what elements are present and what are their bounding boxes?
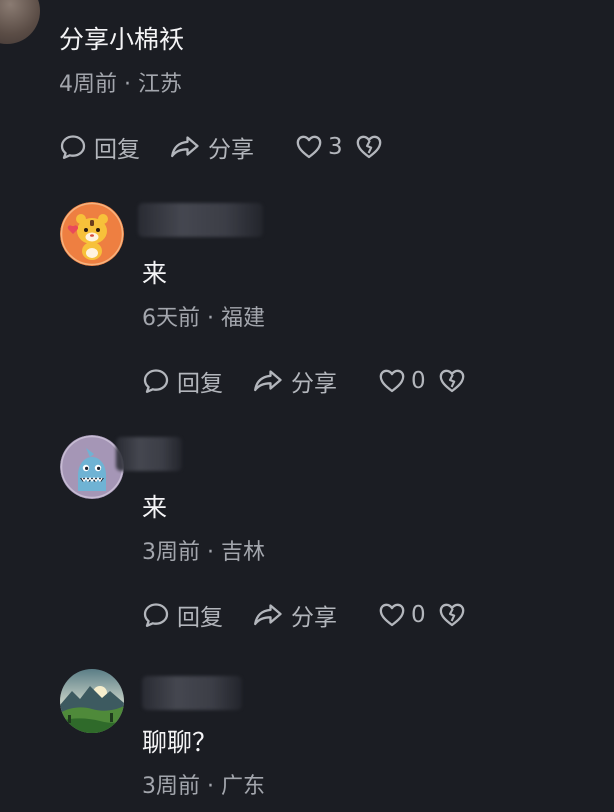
comment-time: 3周前 (142, 774, 200, 799)
heart-icon (296, 135, 322, 159)
comment-location: 吉林 (221, 540, 266, 565)
comment-meta: 4周前 · 江苏 (59, 71, 182, 99)
comment-actions: 回复 分享 0 (142, 599, 466, 631)
reply-button[interactable]: 回复 (59, 130, 169, 164)
comment-text: 来 (142, 493, 168, 522)
comment-actions: 回复 分享 0 (142, 365, 466, 397)
comment-text: 聊聊？ (142, 728, 218, 757)
share-button[interactable]: 分享 (169, 130, 295, 164)
reply-label: 回复 (94, 137, 140, 163)
share-label: 分享 (291, 371, 337, 397)
comment-meta: 3周前 · 吉林 (142, 539, 265, 567)
broken-heart-icon (439, 603, 465, 627)
creature-avatar-image (60, 435, 124, 499)
meta-separator: · (207, 774, 214, 799)
reply-label: 回复 (177, 605, 223, 631)
comment-time: 4周前 (59, 72, 117, 97)
tiger-avatar-image (60, 202, 124, 266)
comment-bubble-icon (143, 603, 169, 627)
share-arrow-icon (171, 136, 199, 158)
avatar[interactable] (0, 0, 40, 44)
share-button[interactable]: 分享 (252, 364, 378, 398)
share-label: 分享 (291, 605, 337, 631)
dislike-button[interactable] (355, 133, 383, 161)
avatar[interactable] (60, 202, 124, 266)
comment-actions: 回复 分享 3 (59, 131, 383, 163)
like-count: 0 (411, 368, 426, 394)
share-label: 分享 (208, 137, 254, 163)
comment-location: 江苏 (138, 72, 183, 97)
reply-button[interactable]: 回复 (142, 598, 252, 632)
comment-bubble-icon (143, 369, 169, 393)
dislike-button[interactable] (438, 601, 466, 629)
comment-meta: 6天前 · 福建 (142, 305, 265, 333)
like-button[interactable]: 3 (295, 133, 355, 161)
blurred-username[interactable] (116, 437, 182, 471)
meta-separator: · (207, 540, 214, 565)
like-button[interactable]: 0 (378, 601, 438, 629)
broken-heart-icon (439, 369, 465, 393)
like-button[interactable]: 0 (378, 367, 438, 395)
comment-time: 3周前 (142, 540, 200, 565)
blurred-username[interactable] (142, 676, 242, 710)
comment-text: 来 (142, 259, 168, 288)
broken-heart-icon (356, 135, 382, 159)
share-arrow-icon (254, 604, 282, 626)
dislike-button[interactable] (438, 367, 466, 395)
meta-separator: · (207, 306, 214, 331)
blurred-username[interactable] (138, 203, 263, 237)
like-count: 3 (328, 134, 343, 160)
meta-separator: · (124, 72, 131, 97)
avatar[interactable] (60, 435, 124, 499)
reply-button[interactable]: 回复 (142, 364, 252, 398)
heart-icon (379, 369, 405, 393)
comment-time: 6天前 (142, 306, 200, 331)
share-button[interactable]: 分享 (252, 598, 378, 632)
comment-meta: 3周前 · 广东 (142, 773, 265, 801)
reply-label: 回复 (177, 371, 223, 397)
comment-bubble-icon (60, 135, 86, 159)
comment-location: 福建 (221, 306, 266, 331)
comment-location: 广东 (221, 774, 266, 799)
share-arrow-icon (254, 370, 282, 392)
comment-text: 分享小棉袄 (59, 25, 185, 54)
heart-icon (379, 603, 405, 627)
avatar[interactable] (60, 669, 124, 733)
landscape-avatar-image (60, 669, 124, 733)
like-count: 0 (411, 602, 426, 628)
